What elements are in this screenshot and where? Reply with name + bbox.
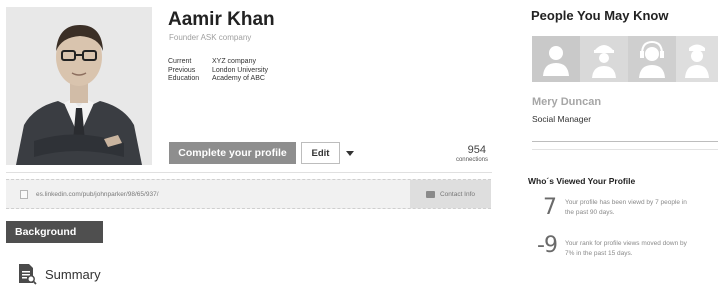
fact-value: XYZ company — [212, 58, 256, 65]
connections-count: 954 — [467, 144, 486, 156]
public-profile-url[interactable]: es.linkedin.com/pub/johnparker/98/65/937… — [36, 191, 159, 198]
linkedin-icon — [20, 190, 28, 199]
profile-headline: Founder ASK company — [169, 33, 252, 42]
contact-info-button[interactable]: Contact Info — [410, 180, 491, 208]
rank-change-description: Your rank for profile views moved down b… — [565, 240, 687, 257]
profile-photo — [6, 7, 152, 165]
folder-icon — [425, 190, 435, 198]
worker-icon[interactable] — [580, 36, 628, 82]
views-count-description: Your profile has been viewd by 7 people … — [565, 199, 687, 216]
profile-name: Aamir Khan — [168, 9, 275, 30]
fact-previous: Previous London University — [168, 67, 268, 76]
fact-value: Academy of ABC — [212, 75, 265, 82]
chevron-down-icon[interactable] — [346, 151, 354, 156]
fact-current: Current XYZ company — [168, 58, 268, 67]
complete-profile-button[interactable]: Complete your profile — [169, 142, 296, 164]
contact-info-label: Contact Info — [439, 190, 476, 198]
fact-label: Current — [168, 58, 192, 65]
headset-icon[interactable] — [628, 36, 676, 82]
suggested-person-role: Social Manager — [532, 114, 592, 124]
edit-button[interactable]: Edit — [301, 142, 340, 164]
summary-section-title: Summary — [45, 267, 101, 282]
suggested-person-name[interactable]: Mery Duncan — [532, 96, 601, 108]
profile-facts: Current XYZ company Previous London Univ… — [168, 58, 268, 84]
divider — [532, 149, 718, 150]
doctor-icon[interactable] — [676, 36, 718, 82]
fact-education: Education Academy of ABC — [168, 75, 268, 84]
fact-label: Education — [168, 75, 200, 82]
person-icon[interactable] — [532, 36, 580, 82]
rank-change-stat: -9 — [537, 233, 558, 258]
whos-viewed-title: Who´s Viewed Your Profile — [528, 176, 636, 186]
divider — [6, 172, 492, 173]
fact-value: London University — [212, 66, 269, 74]
background-section-header: Background — [6, 221, 103, 243]
people-you-may-know-title: People You May Know — [531, 8, 669, 23]
public-url-bar: es.linkedin.com/pub/johnparker/98/65/937… — [6, 179, 491, 209]
divider — [532, 141, 718, 142]
suggested-people-avatars — [532, 36, 718, 82]
connections-label: connections — [455, 157, 488, 163]
fact-label: Previous — [168, 66, 196, 74]
views-count-stat: 7 — [543, 195, 557, 220]
summary-document-icon — [17, 263, 37, 285]
